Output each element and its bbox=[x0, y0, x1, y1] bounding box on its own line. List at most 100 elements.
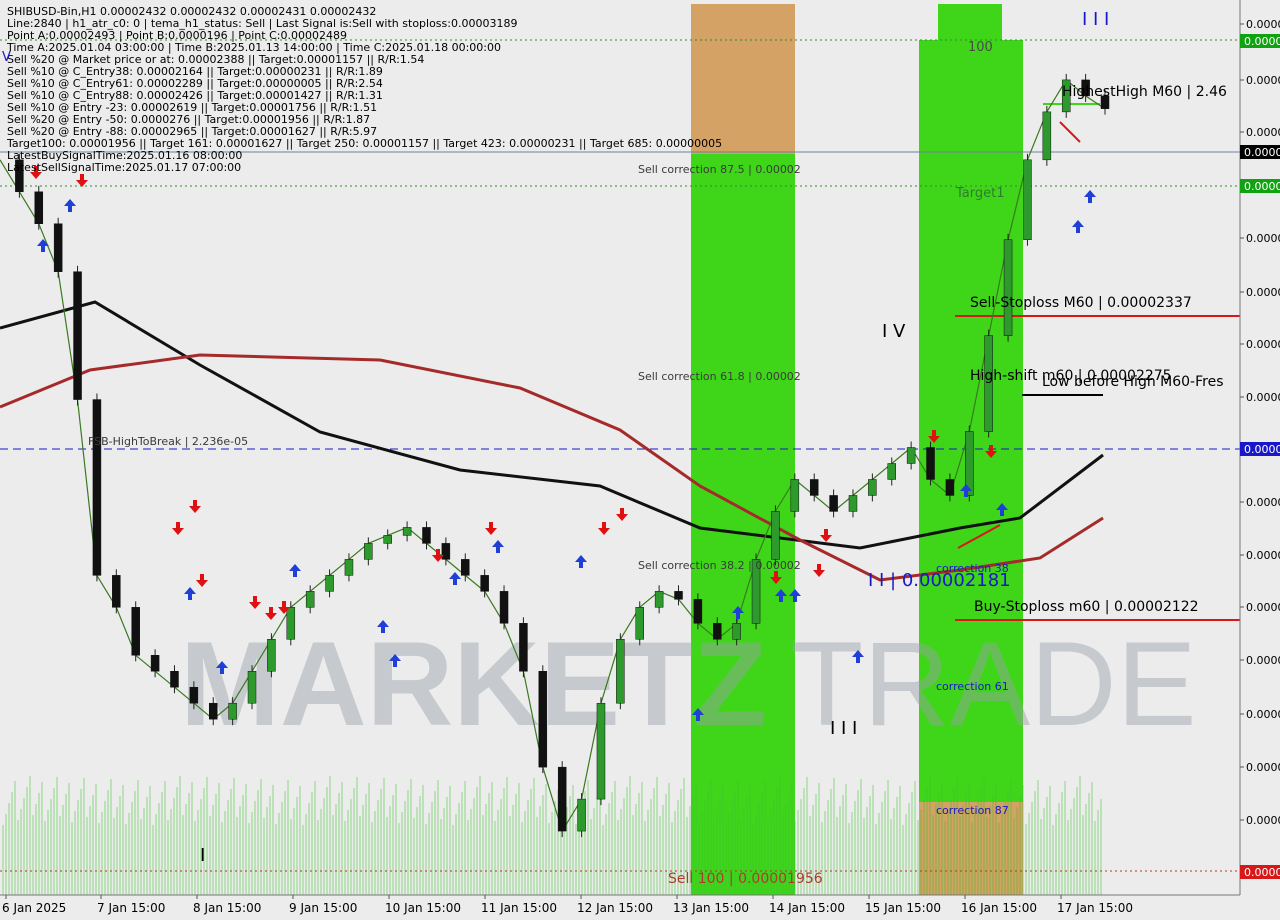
sell-100-label: Sell 100 | 0.00001956 bbox=[668, 871, 823, 887]
candle-body[interactable] bbox=[713, 623, 722, 640]
candle-body[interactable] bbox=[945, 479, 955, 496]
candle-body[interactable] bbox=[480, 575, 489, 592]
buy-stoploss-label: Buy-Stoploss m60 | 0.00002122 bbox=[974, 599, 1199, 615]
candle-body[interactable] bbox=[305, 591, 315, 608]
candle-body[interactable] bbox=[499, 591, 509, 624]
price-tag-target1: 0.0000 bbox=[1244, 180, 1280, 193]
candle-body[interactable] bbox=[538, 671, 548, 768]
time-tick-label: 7 Jan 15:00 bbox=[97, 901, 165, 915]
price-tick-label: 0.0000 bbox=[1246, 708, 1280, 721]
candle-body[interactable] bbox=[693, 599, 703, 624]
price-tick-label: 0.0000 bbox=[1246, 126, 1280, 139]
sell-correction-618-label: Sell correction 61.8 | 0.00002 bbox=[638, 370, 801, 383]
level-100-label: 100 bbox=[968, 40, 993, 55]
header-line: LatestSellSignalTime:2025.01.17 07:00:00 bbox=[7, 161, 242, 174]
candle-body[interactable] bbox=[34, 191, 44, 225]
price-tick-label: 0.0000 bbox=[1246, 338, 1280, 351]
candle-body[interactable] bbox=[887, 463, 897, 480]
candle-body[interactable] bbox=[441, 543, 451, 560]
candle-body[interactable] bbox=[92, 399, 102, 576]
candle-body[interactable] bbox=[906, 447, 916, 464]
candle-body[interactable] bbox=[829, 495, 838, 512]
candle-body[interactable] bbox=[557, 766, 567, 832]
time-tick-label: 12 Jan 15:00 bbox=[577, 901, 653, 915]
correction-61-label: correction 61 bbox=[936, 680, 1009, 693]
candle-body[interactable] bbox=[422, 527, 431, 544]
candle-body[interactable] bbox=[1023, 159, 1032, 240]
price-tag-current: 0.0000 bbox=[1244, 146, 1280, 159]
candle-body[interactable] bbox=[596, 702, 606, 800]
low-before-high-label: Low before High M60-Fres bbox=[1042, 374, 1224, 390]
candle-body[interactable] bbox=[325, 575, 334, 592]
candle-body[interactable] bbox=[112, 575, 121, 608]
candle-body[interactable] bbox=[402, 527, 412, 536]
candle-body[interactable] bbox=[53, 223, 63, 272]
green-zone-top-small bbox=[938, 4, 1002, 40]
wave-v-label: V bbox=[2, 50, 11, 65]
candle-body[interactable] bbox=[344, 559, 354, 576]
candle-body[interactable] bbox=[364, 543, 373, 560]
candle-body[interactable] bbox=[247, 671, 257, 704]
time-tick-label: 16 Jan 15:00 bbox=[961, 901, 1037, 915]
wave-iii-top-label: I I I bbox=[1082, 9, 1110, 30]
candle-body[interactable] bbox=[131, 607, 140, 656]
watermark-left: MARKETZ bbox=[180, 617, 767, 751]
candle-body[interactable] bbox=[189, 686, 199, 704]
time-tick-label: 9 Jan 15:00 bbox=[289, 901, 357, 915]
candle-body[interactable] bbox=[73, 271, 82, 400]
sell-stoploss-label: Sell-Stoploss M60 | 0.00002337 bbox=[970, 295, 1192, 311]
correction-38-label: correction 38 bbox=[936, 562, 1009, 575]
price-tick-label: 0.0000 bbox=[1246, 232, 1280, 245]
time-tick-label: 11 Jan 15:00 bbox=[481, 901, 557, 915]
time-tick-label: 15 Jan 15:00 bbox=[865, 901, 941, 915]
candle-body[interactable] bbox=[1003, 239, 1013, 336]
candle-body[interactable] bbox=[228, 702, 237, 720]
candle-body[interactable] bbox=[771, 511, 780, 560]
correction-87-label: correction 87 bbox=[936, 804, 1009, 817]
candle-body[interactable] bbox=[654, 591, 664, 608]
candle-body[interactable] bbox=[790, 479, 800, 512]
orange-zone-top bbox=[691, 4, 795, 154]
price-tick-label: 0.0000 bbox=[1246, 814, 1280, 827]
time-tick-label: 6 Jan 2025 bbox=[2, 901, 66, 915]
candle-body[interactable] bbox=[383, 535, 392, 544]
price-tick-label: 0.0000 bbox=[1246, 496, 1280, 509]
price-tag-bottom: 0.0000 bbox=[1244, 866, 1280, 879]
candle-body[interactable] bbox=[577, 798, 586, 832]
candle-body[interactable] bbox=[150, 655, 160, 672]
chart-stage[interactable]: MARKETZTRADE0.00000.00000.00000.00000.00… bbox=[0, 0, 1280, 920]
price-tick-label: 0.0000 bbox=[1246, 654, 1280, 667]
time-tick-label: 13 Jan 15:00 bbox=[673, 901, 749, 915]
wave-iv-label: I V bbox=[882, 321, 906, 342]
price-tick-label: 0.0000 bbox=[1246, 18, 1280, 31]
fsb-high-to-break-label: FSB-HighToBreak | 2.236e-05 bbox=[88, 435, 249, 448]
candle-body[interactable] bbox=[461, 559, 470, 576]
candle-body[interactable] bbox=[170, 671, 179, 688]
candle-body[interactable] bbox=[732, 623, 741, 640]
candle-body[interactable] bbox=[635, 607, 644, 640]
price-tick-label: 0.0000 bbox=[1246, 761, 1280, 774]
price-tag-fsb: 0.0000 bbox=[1244, 443, 1280, 456]
wave-i-label: I bbox=[200, 845, 206, 866]
candle-body[interactable] bbox=[809, 479, 819, 496]
time-tick-label: 10 Jan 15:00 bbox=[385, 901, 461, 915]
price-tick-label: 0.0000 bbox=[1246, 549, 1280, 562]
candle-body[interactable] bbox=[868, 479, 877, 496]
candle-body[interactable] bbox=[208, 702, 218, 720]
candle-body[interactable] bbox=[286, 607, 296, 640]
candle-body[interactable] bbox=[674, 591, 683, 600]
candle-body[interactable] bbox=[1042, 111, 1052, 161]
candle-body[interactable] bbox=[926, 447, 935, 480]
price-tick-label: 0.0000 bbox=[1246, 74, 1280, 87]
time-tick-label: 14 Jan 15:00 bbox=[769, 901, 845, 915]
candle-body[interactable] bbox=[848, 495, 858, 512]
time-tick-label: 8 Jan 15:00 bbox=[193, 901, 261, 915]
price-tag-top: 0.0000 bbox=[1244, 35, 1280, 48]
candle-body[interactable] bbox=[616, 639, 625, 704]
wave-iii-bottom-label: I I I bbox=[830, 718, 858, 739]
candle-body[interactable] bbox=[267, 639, 276, 672]
target1-label: Target1 bbox=[956, 186, 1005, 201]
candle-body[interactable] bbox=[519, 623, 528, 672]
price-tick-label: 0.0000 bbox=[1246, 391, 1280, 404]
price-tick-label: 0.0000 bbox=[1246, 286, 1280, 299]
